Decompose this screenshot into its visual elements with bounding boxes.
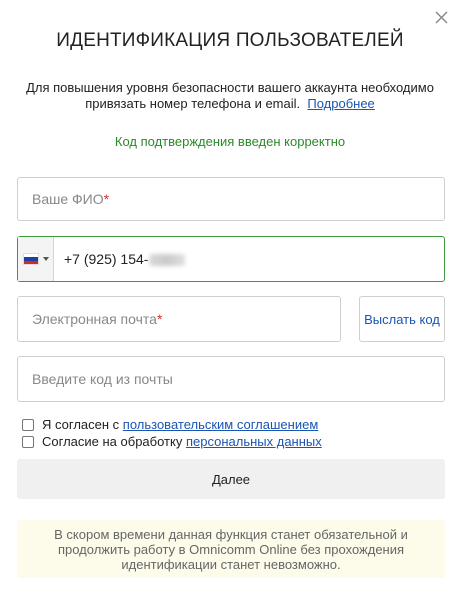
phone-value: +7 (925) 154- bbox=[54, 251, 186, 267]
personal-data-consent: Согласие на обработку персональных данны… bbox=[22, 434, 322, 449]
masked-digits bbox=[149, 254, 186, 267]
email-code-placeholder: Введите код из почты bbox=[32, 371, 173, 387]
personal-data-text: Согласие на обработку bbox=[42, 434, 183, 449]
terms-checkbox[interactable] bbox=[22, 418, 34, 431]
close-icon[interactable] bbox=[432, 8, 452, 28]
email-placeholder: Электронная почта* bbox=[32, 311, 163, 327]
personal-data-checkbox[interactable] bbox=[22, 435, 34, 448]
full-name-placeholder: Ваше ФИО* bbox=[32, 191, 110, 207]
next-button[interactable]: Далее bbox=[17, 459, 445, 499]
personal-data-link[interactable]: персональных данных bbox=[186, 434, 322, 449]
success-message: Код подтверждения введен корректно bbox=[114, 134, 346, 149]
notice-banner: В скором времени данная функция станет о… bbox=[17, 520, 445, 578]
send-code-button[interactable]: Выслать код bbox=[359, 296, 445, 342]
email-code-field[interactable]: Введите код из почты bbox=[17, 356, 445, 402]
terms-consent: Я согласен с пользовательским соглашение… bbox=[22, 417, 318, 432]
required-mark: * bbox=[156, 311, 163, 327]
russia-flag-icon bbox=[22, 253, 39, 265]
more-link[interactable]: Подробнее bbox=[307, 96, 374, 111]
dialog-description: Для повышения уровня безопасности вашего… bbox=[18, 80, 442, 112]
terms-text: Я согласен с bbox=[42, 417, 120, 432]
country-selector[interactable] bbox=[18, 237, 54, 281]
required-mark: * bbox=[103, 191, 110, 207]
caret-down-icon bbox=[42, 257, 49, 261]
terms-link[interactable]: пользовательским соглашением bbox=[123, 417, 318, 432]
dialog-title: ИДЕНТИФИКАЦИЯ ПОЛЬЗОВАТЕЛЕЙ bbox=[56, 30, 404, 51]
email-field[interactable]: Электронная почта* bbox=[17, 296, 341, 342]
full-name-field[interactable]: Ваше ФИО* bbox=[17, 177, 445, 221]
phone-field[interactable]: +7 (925) 154- bbox=[17, 236, 445, 282]
